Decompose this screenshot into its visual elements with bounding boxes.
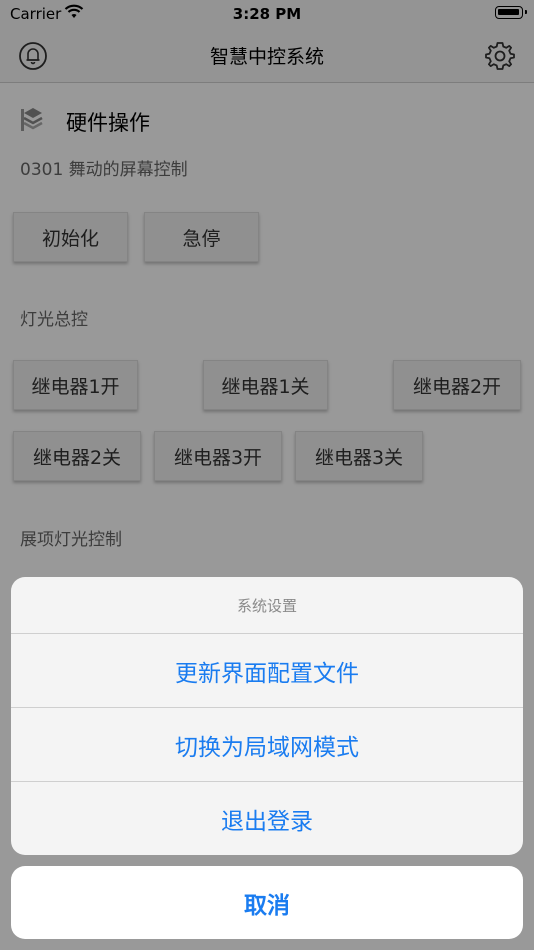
action-sheet: 系统设置 更新界面配置文件 切换为局域网模式 退出登录: [11, 577, 523, 855]
logout-button[interactable]: 退出登录: [11, 782, 523, 855]
cancel-button[interactable]: 取消: [11, 866, 523, 939]
switch-lan-mode-button[interactable]: 切换为局域网模式: [11, 708, 523, 782]
action-sheet-title: 系统设置: [11, 577, 523, 634]
update-config-button[interactable]: 更新界面配置文件: [11, 634, 523, 708]
